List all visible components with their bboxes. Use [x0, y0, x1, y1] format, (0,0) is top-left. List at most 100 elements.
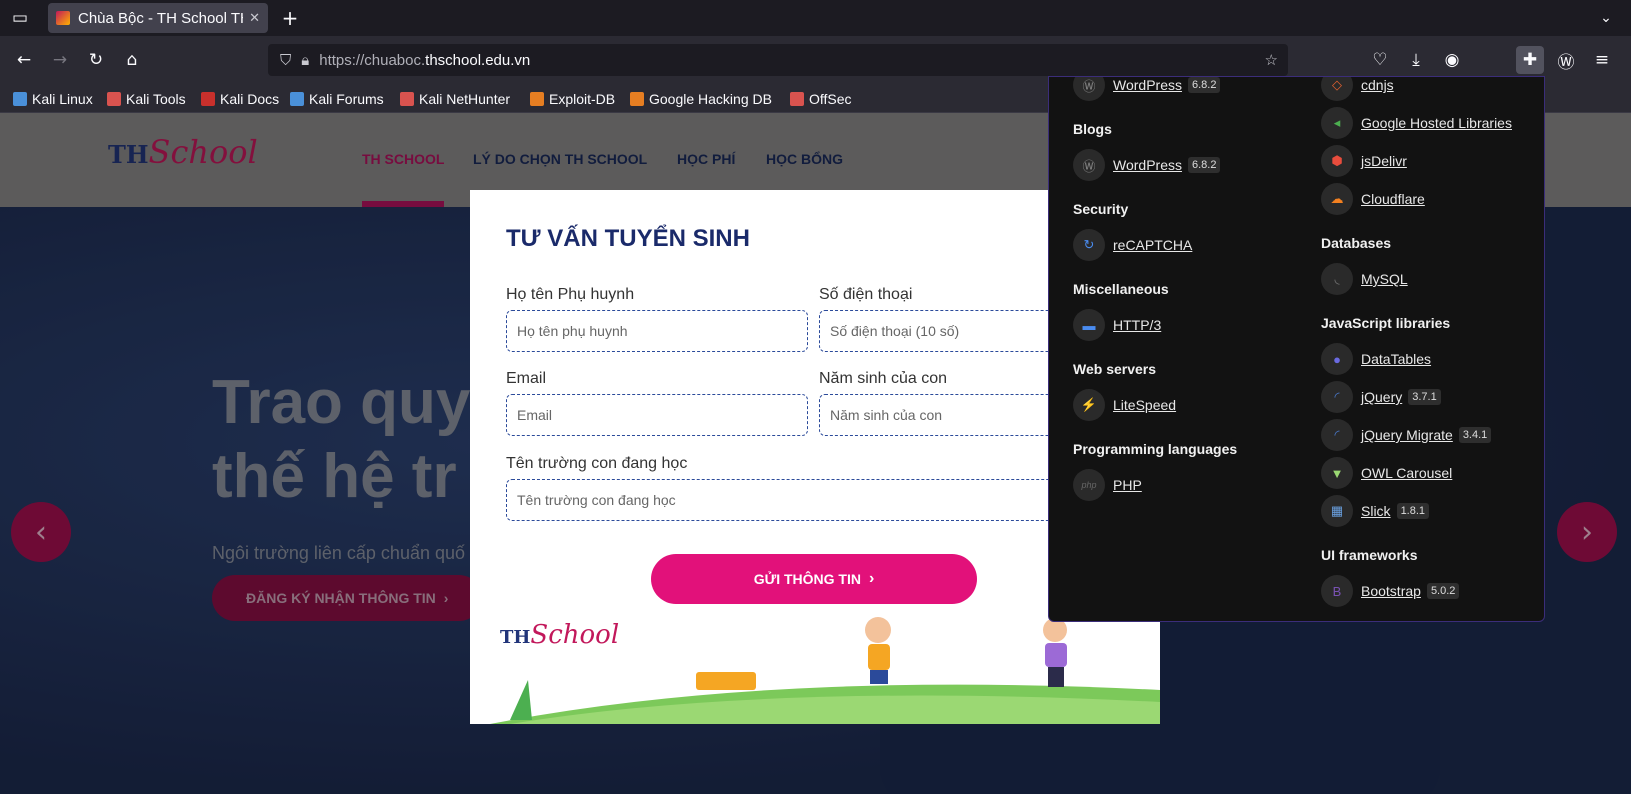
- wappalyzer-tech-item[interactable]: php PHP: [1073, 469, 1142, 501]
- tech-name-link[interactable]: Cloudflare: [1361, 191, 1425, 207]
- bookmark-favicon-icon: [790, 92, 804, 106]
- tech-name-link[interactable]: DataTables: [1361, 351, 1431, 367]
- tech-name-link[interactable]: cdnjs: [1361, 77, 1394, 93]
- bookmark-item[interactable]: Kali Tools: [107, 86, 186, 112]
- wappalyzer-tech-item[interactable]: ▦ Slick 1.8.1: [1321, 495, 1430, 527]
- chevron-down-icon[interactable]: ⌄: [1592, 4, 1620, 32]
- tech-name-link[interactable]: jQuery: [1361, 389, 1402, 405]
- active-tab[interactable]: Chùa Bộc - TH School TH ✕: [48, 3, 268, 33]
- wappalyzer-tech-item[interactable]: B Bootstrap 5.0.2: [1321, 575, 1460, 607]
- wappalyzer-icon[interactable]: Ⓦ: [1552, 46, 1580, 74]
- tab-strip: ▭ Chùa Bộc - TH School TH ✕ + ⌄: [0, 0, 1631, 36]
- modal-title: TƯ VẤN TUYỂN SINH: [506, 225, 750, 252]
- wappalyzer-tech-item[interactable]: ◜ jQuery Migrate 3.4.1: [1321, 419, 1492, 451]
- wappalyzer-tech-item[interactable]: ▼ OWL Carousel: [1321, 457, 1452, 489]
- tech-version-badge: 5.0.2: [1426, 583, 1460, 599]
- wappalyzer-tech-item[interactable]: ⬢ jsDelivr: [1321, 145, 1407, 177]
- wappalyzer-tech-item[interactable]: ◜ jQuery 3.7.1: [1321, 381, 1441, 413]
- bookmark-item[interactable]: Kali Forums: [290, 86, 384, 112]
- submit-button[interactable]: GỬI THÔNG TIN ›: [651, 554, 977, 604]
- slick-icon: ▦: [1321, 495, 1353, 527]
- bookmark-star-icon[interactable]: ☆: [1265, 51, 1278, 69]
- wappalyzer-tech-item[interactable]: ⚡ LiteSpeed: [1073, 389, 1176, 421]
- school-input[interactable]: [506, 479, 1139, 521]
- tech-name-link[interactable]: OWL Carousel: [1361, 465, 1452, 481]
- wappalyzer-category: Web servers: [1073, 361, 1157, 377]
- wappalyzer-category: Programming languages: [1073, 441, 1238, 457]
- bookmark-item[interactable]: Kali Linux: [13, 86, 93, 112]
- wappalyzer-category: Blogs: [1073, 121, 1112, 137]
- bookmark-label: Kali Linux: [32, 91, 93, 107]
- lock-icon[interactable]: 🔒︎: [301, 52, 309, 69]
- jquery-icon: ◜: [1321, 419, 1353, 451]
- bookmark-item[interactable]: Kali NetHunter: [400, 86, 510, 112]
- tech-name-link[interactable]: Bootstrap: [1361, 583, 1421, 599]
- tech-version-badge: 1.8.1: [1396, 503, 1430, 519]
- wappalyzer-tech-item[interactable]: ◟ MySQL: [1321, 263, 1408, 295]
- wappalyzer-tech-item[interactable]: Ⓦ WordPress 6.8.2: [1073, 77, 1221, 101]
- wappalyzer-tech-item[interactable]: Ⓦ WordPress 6.8.2: [1073, 149, 1221, 181]
- parent-name-input[interactable]: [506, 310, 808, 352]
- bookmark-item[interactable]: Exploit-DB: [530, 86, 615, 112]
- home-icon[interactable]: ⌂: [118, 46, 146, 74]
- reload-icon[interactable]: ↻: [82, 46, 110, 74]
- account-icon[interactable]: ◉: [1438, 46, 1466, 74]
- datatables-icon: ●: [1321, 343, 1353, 375]
- bookmark-item[interactable]: Google Hacking DB: [630, 86, 772, 112]
- download-icon[interactable]: ⤓: [1402, 46, 1430, 74]
- wappalyzer-tech-item[interactable]: ◂ Google Hosted Libraries: [1321, 107, 1512, 139]
- wordpress-icon: Ⓦ: [1073, 77, 1105, 101]
- php-icon: php: [1073, 469, 1105, 501]
- tab-close-icon[interactable]: ✕: [249, 11, 260, 26]
- wappalyzer-tech-item[interactable]: ☁ Cloudflare: [1321, 183, 1425, 215]
- bookmark-label: Kali Tools: [126, 91, 186, 107]
- wappalyzer-tech-item[interactable]: ● DataTables: [1321, 343, 1431, 375]
- wappalyzer-tech-item[interactable]: ↻ reCAPTCHA: [1073, 229, 1192, 261]
- google-icon: ◂: [1321, 107, 1353, 139]
- submit-label: GỬI THÔNG TIN: [753, 571, 861, 587]
- tech-name-link[interactable]: WordPress: [1113, 77, 1182, 93]
- url-bar[interactable]: ⛉ 🔒︎ https://chuaboc. thschool.edu.vn ☆: [268, 44, 1288, 76]
- bookmark-favicon-icon: [630, 92, 644, 106]
- bookmark-label: Kali Docs: [220, 91, 280, 107]
- litespeed-icon: ⚡: [1073, 389, 1105, 421]
- bookmark-favicon-icon: [13, 92, 27, 106]
- tab-list-icon[interactable]: ▭: [6, 4, 34, 32]
- back-icon[interactable]: ←: [10, 46, 38, 74]
- tech-name-link[interactable]: WordPress: [1113, 157, 1182, 173]
- tech-name-link[interactable]: Google Hosted Libraries: [1361, 115, 1512, 131]
- bookmark-favicon-icon: [530, 92, 544, 106]
- tech-name-link[interactable]: jsDelivr: [1361, 153, 1407, 169]
- forward-icon[interactable]: →: [46, 46, 74, 74]
- bookmark-item[interactable]: OffSec: [790, 86, 852, 112]
- jsdelivr-icon: ⬢: [1321, 145, 1353, 177]
- wappalyzer-category: JavaScript libraries: [1321, 315, 1451, 331]
- url-prefix: https://chuaboc.: [319, 51, 426, 69]
- tab-title: Chùa Bộc - TH School TH: [78, 9, 244, 27]
- tech-name-link[interactable]: reCAPTCHA: [1113, 237, 1192, 253]
- pocket-icon[interactable]: ♡: [1366, 46, 1394, 74]
- wappalyzer-category: Security: [1073, 201, 1129, 217]
- shield-icon[interactable]: ⛉: [280, 52, 291, 69]
- tech-name-link[interactable]: HTTP/3: [1113, 317, 1161, 333]
- bookmark-label: Kali NetHunter: [419, 91, 511, 107]
- tech-version-badge: 6.8.2: [1187, 77, 1221, 93]
- email-input[interactable]: [506, 394, 808, 436]
- tech-name-link[interactable]: Slick: [1361, 503, 1391, 519]
- wappalyzer-popup: Ⓦ WordPress 6.8.2 Blogs Ⓦ WordPress 6.8.2 Secur…: [1048, 76, 1545, 622]
- tech-name-link[interactable]: PHP: [1113, 477, 1142, 493]
- bookmark-favicon-icon: [400, 92, 414, 106]
- wappalyzer-tech-item[interactable]: ◇ cdnjs: [1321, 77, 1394, 101]
- bookmark-item[interactable]: Kali Docs: [201, 86, 279, 112]
- bootstrap-icon: B: [1321, 575, 1353, 607]
- tech-name-link[interactable]: LiteSpeed: [1113, 397, 1176, 413]
- bookmark-label: Exploit-DB: [549, 91, 616, 107]
- new-tab-icon[interactable]: +: [276, 4, 304, 32]
- tech-name-link[interactable]: MySQL: [1361, 271, 1408, 287]
- wappalyzer-tech-item[interactable]: ▬ HTTP/3: [1073, 309, 1161, 341]
- tab-favicon: [56, 11, 70, 25]
- menu-icon[interactable]: ≡: [1588, 46, 1616, 74]
- cdnjs-icon: ◇: [1321, 77, 1353, 101]
- extensions-icon[interactable]: ✚: [1516, 46, 1544, 74]
- tech-name-link[interactable]: jQuery Migrate: [1361, 427, 1453, 443]
